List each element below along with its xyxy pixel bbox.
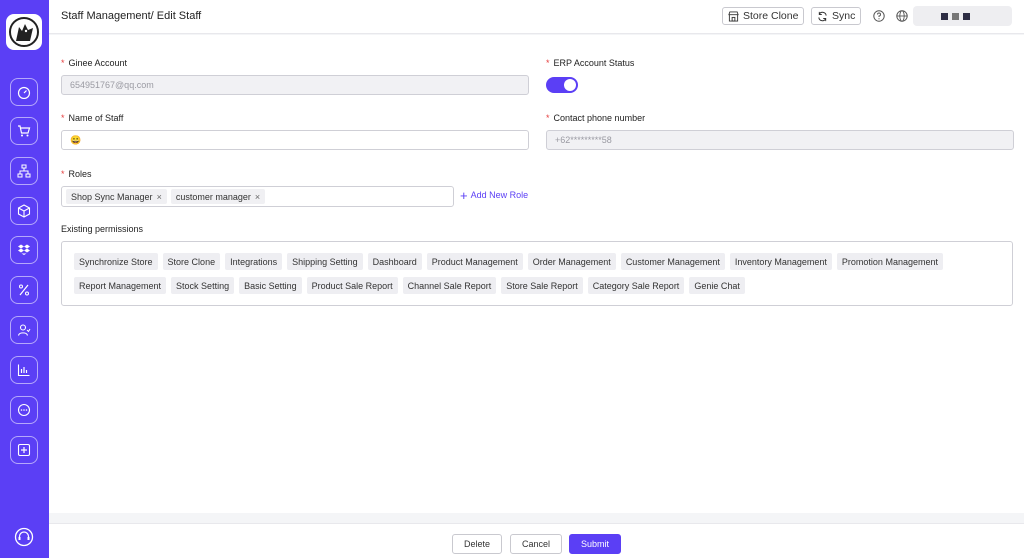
box-icon xyxy=(17,204,31,218)
avatar-block xyxy=(963,12,970,20)
erp-status-label: * ERP Account Status xyxy=(546,58,634,68)
plus-square-icon xyxy=(17,443,31,457)
logo[interactable] xyxy=(6,14,42,50)
sidebar-item-reports[interactable] xyxy=(10,356,38,384)
avatar-block xyxy=(952,12,959,20)
sidebar-item-orders[interactable] xyxy=(10,117,38,145)
sidebar-item-more[interactable] xyxy=(10,436,38,464)
hierarchy-icon xyxy=(17,164,31,178)
phone-label-text: Contact phone number xyxy=(553,113,646,123)
toggle-knob xyxy=(564,79,576,91)
roles-select[interactable]: Shop Sync Manager × customer manager × xyxy=(61,186,454,207)
role-tag-label: customer manager xyxy=(175,191,251,202)
help-icon[interactable] xyxy=(873,10,885,22)
permission-tag: Shipping Setting xyxy=(287,253,363,270)
store-icon xyxy=(728,10,739,22)
phone-value: +62*********58 xyxy=(555,135,612,145)
role-tag: customer manager × xyxy=(170,189,266,204)
percent-icon xyxy=(19,284,29,296)
required-mark: * xyxy=(546,113,550,123)
ginee-account-field: 654951767@qq.com xyxy=(61,75,529,95)
name-value: 😀 xyxy=(70,134,82,145)
users-icon xyxy=(17,324,31,336)
remove-role-icon[interactable]: × xyxy=(255,192,260,202)
chart-icon xyxy=(17,364,30,377)
submit-button[interactable]: Submit xyxy=(569,534,621,554)
remove-role-icon[interactable]: × xyxy=(157,192,162,202)
roles-label-text: Roles xyxy=(68,169,92,179)
headset-icon[interactable] xyxy=(13,526,35,548)
dashboard-icon xyxy=(17,86,31,99)
wolf-logo-icon xyxy=(9,17,39,47)
required-mark: * xyxy=(546,58,550,68)
sidebar-item-inventory[interactable] xyxy=(10,236,38,264)
dropbox-icon xyxy=(18,244,30,255)
erp-status-label-text: ERP Account Status xyxy=(553,58,635,68)
sync-icon xyxy=(818,11,827,21)
required-mark: * xyxy=(61,169,65,179)
store-clone-button[interactable]: Store Clone xyxy=(722,7,805,25)
chat-icon xyxy=(17,403,31,417)
permission-tag: Store Clone xyxy=(162,253,221,270)
name-label: * Name of Staff xyxy=(61,113,123,123)
required-mark: * xyxy=(61,58,65,68)
globe-icon[interactable] xyxy=(896,10,908,22)
sidebar-item-promotion[interactable] xyxy=(10,276,38,304)
edit-staff-form: * Ginee Account 654951767@qq.com * ERP Acc… xyxy=(49,35,1024,513)
permission-tag: Report Management xyxy=(74,277,167,294)
sync-label: Sync xyxy=(832,10,856,22)
form-footer: Delete Cancel Submit xyxy=(49,523,1024,558)
permission-tag: Basic Setting xyxy=(239,277,302,294)
permission-tag: Store Sale Report xyxy=(501,277,583,294)
phone-field: +62*********58 xyxy=(546,130,1014,150)
permissions-row: Report Management Stock Setting Basic Se… xyxy=(74,277,1012,294)
permission-tag: Customer Management xyxy=(620,253,725,270)
required-mark: * xyxy=(61,113,65,123)
plus-icon: + xyxy=(460,187,468,203)
permission-tag: Order Management xyxy=(527,253,616,270)
permission-tag: Product Sale Report xyxy=(306,277,398,294)
name-field[interactable]: 😀 xyxy=(61,130,529,150)
delete-button[interactable]: Delete xyxy=(452,534,502,554)
sidebar-item-customers[interactable] xyxy=(10,316,38,344)
permission-tag: Dashboard xyxy=(367,253,422,270)
store-clone-label: Store Clone xyxy=(743,10,799,22)
permission-tag: Synchronize Store xyxy=(74,253,158,270)
cancel-button[interactable]: Cancel xyxy=(510,534,562,554)
sidebar xyxy=(0,0,49,558)
permission-tag: Category Sale Report xyxy=(587,277,685,294)
permission-tag: Integrations xyxy=(225,253,283,270)
user-account-menu[interactable] xyxy=(913,6,1012,26)
roles-label: * Roles xyxy=(61,169,92,179)
cart-icon xyxy=(18,125,31,137)
erp-status-toggle[interactable] xyxy=(546,77,578,93)
sync-button[interactable]: Sync xyxy=(811,7,862,25)
page-title: Staff Management/ Edit Staff xyxy=(61,10,202,22)
permissions-row: Synchronize Store Store Clone Integratio… xyxy=(74,253,1012,270)
phone-label: * Contact phone number xyxy=(546,113,645,123)
add-new-role-link[interactable]: + Add New Role xyxy=(460,187,529,203)
name-label-text: Name of Staff xyxy=(68,113,124,123)
ginee-account-label: * Ginee Account xyxy=(61,58,127,68)
sidebar-item-products[interactable] xyxy=(10,197,38,225)
permission-tag: Product Management xyxy=(426,253,523,270)
ginee-account-value: 654951767@qq.com xyxy=(70,80,154,90)
avatar xyxy=(941,12,948,20)
permission-tag: Channel Sale Report xyxy=(402,277,497,294)
permission-tag: Inventory Management xyxy=(729,253,832,270)
permissions-box: Synchronize Store Store Clone Integratio… xyxy=(61,241,1013,306)
sidebar-item-structure[interactable] xyxy=(10,157,38,185)
sidebar-item-dashboard[interactable] xyxy=(10,78,38,106)
add-role-label: Add New Role xyxy=(470,190,529,200)
role-tag: Shop Sync Manager × xyxy=(66,189,167,204)
permission-tag: Stock Setting xyxy=(171,277,235,294)
role-tag-label: Shop Sync Manager xyxy=(71,191,153,202)
permission-tag: Genie Chat xyxy=(689,277,745,294)
permission-tag: Promotion Management xyxy=(836,253,943,270)
header: Staff Management/ Edit Staff Store Clone… xyxy=(49,0,1024,34)
ginee-account-label-text: Ginee Account xyxy=(68,58,128,68)
permissions-label: Existing permissions xyxy=(61,224,144,234)
sidebar-item-chat[interactable] xyxy=(10,396,38,424)
